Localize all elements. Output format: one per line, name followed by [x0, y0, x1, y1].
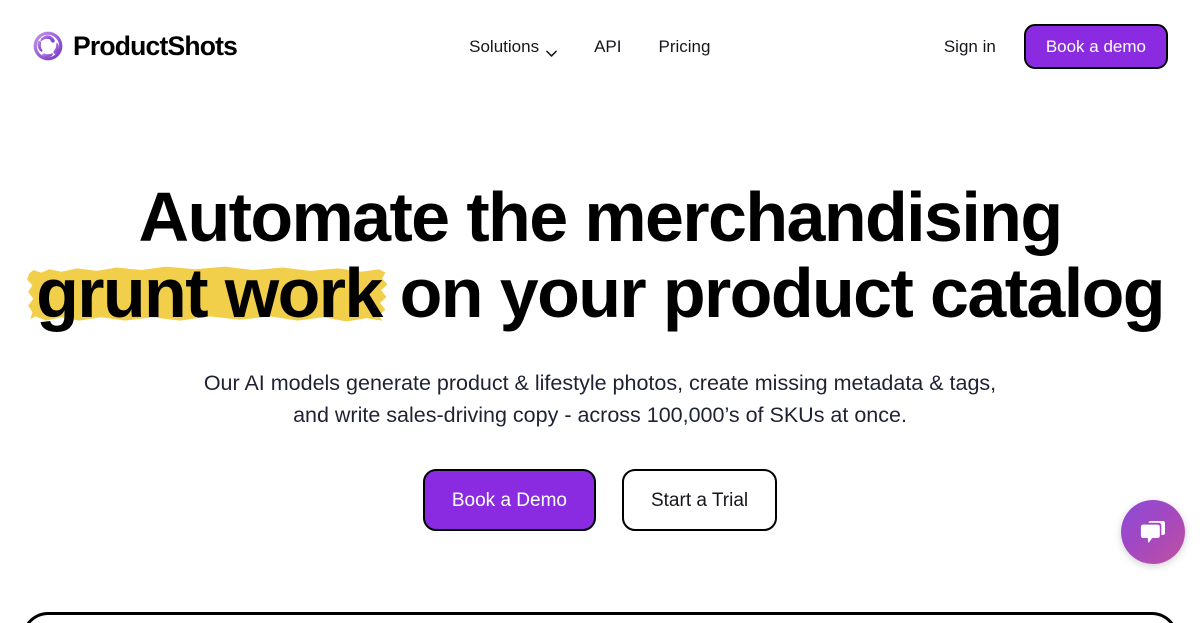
- nav-item-api[interactable]: API: [594, 38, 621, 55]
- nav-item-api-label: API: [594, 36, 622, 56]
- nav-item-pricing[interactable]: Pricing: [658, 38, 710, 55]
- next-section-panel: [22, 612, 1178, 623]
- headline-line-2: grunt work on your product catalog: [20, 258, 1180, 328]
- hero-subheading-line-2: and write sales-driving copy - across 10…: [293, 402, 907, 427]
- hero-subheading-line-1: Our AI models generate product & lifesty…: [203, 371, 997, 395]
- chat-bubbles-icon: [1137, 516, 1169, 548]
- primary-nav: Solutions API Pricing: [469, 36, 710, 57]
- nav-item-pricing-label: Pricing: [658, 36, 711, 56]
- site-header: ProductShots Solutions API Pricing Sign …: [0, 0, 1200, 92]
- landing-page: ProductShots Solutions API Pricing Sign …: [0, 0, 1200, 623]
- brand-logo[interactable]: ProductShots: [32, 30, 238, 62]
- nav-item-solutions[interactable]: Solutions: [469, 36, 557, 57]
- aperture-shutter-icon: [32, 30, 64, 62]
- page-title: Automate the merchandising grunt work on…: [0, 182, 1200, 328]
- chat-launcher-button[interactable]: [1121, 500, 1185, 564]
- hero-section: Automate the merchandising grunt work on…: [0, 92, 1200, 532]
- sign-in-link[interactable]: Sign in: [944, 38, 996, 55]
- chevron-down-icon: [546, 44, 557, 57]
- nav-item-solutions-label: Solutions: [469, 36, 540, 56]
- headline-highlight-text: grunt work: [36, 254, 383, 332]
- headline-highlight: grunt work: [27, 258, 388, 328]
- headline-line-1: Automate the merchandising: [138, 178, 1064, 256]
- book-a-demo-header-button[interactable]: Book a demo: [1023, 23, 1168, 69]
- hero-cta-row: Book a Demo Start a Trial: [0, 469, 1200, 532]
- header-actions: Sign in Book a demo: [944, 23, 1168, 69]
- hero-subheading: Our AI models generate product & lifesty…: [0, 368, 1200, 431]
- start-a-trial-button[interactable]: Start a Trial: [621, 469, 778, 532]
- brand-name: ProductShots: [73, 30, 238, 61]
- book-a-demo-button[interactable]: Book a Demo: [422, 469, 596, 532]
- headline-line-2-rest: on your product catalog: [381, 254, 1166, 332]
